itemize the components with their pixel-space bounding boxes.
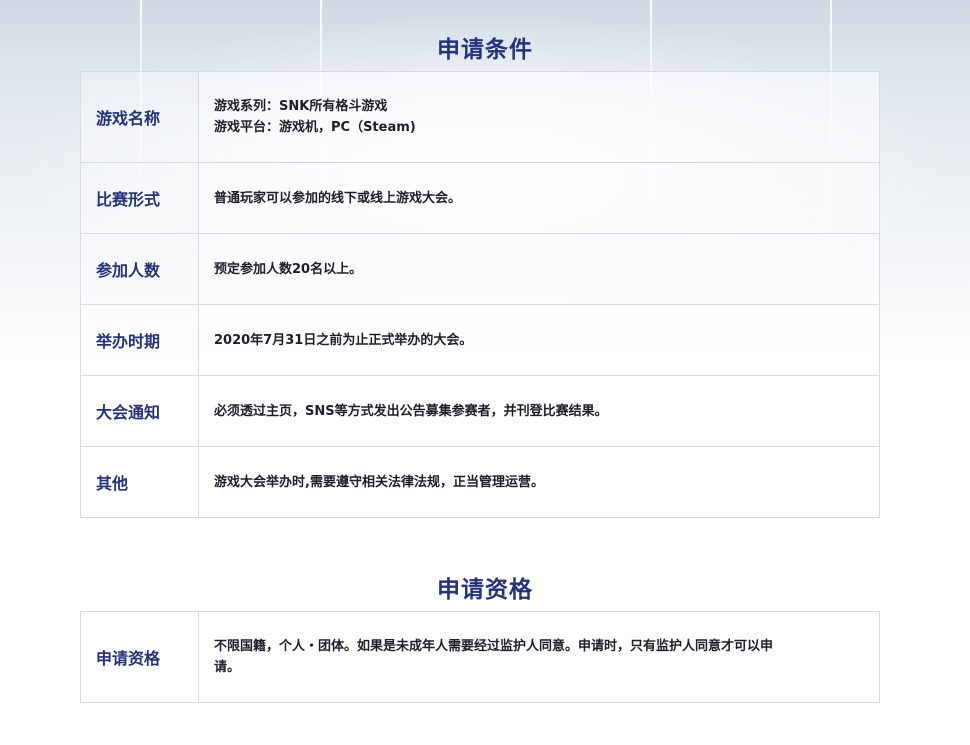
- row-value-period: 2020年7月31日之前为止正式举办的大会。: [199, 305, 879, 375]
- table-row: 游戏名称 游戏系列：SNK所有格斗游戏 游戏平台：游戏机，PC（Steam): [81, 72, 879, 163]
- row-value-line: 2020年7月31日之前为止正式举办的大会。: [214, 332, 473, 348]
- table-row: 其他 游戏大会举办时,需要遵守相关法律法规，正当管理运营。: [81, 447, 879, 518]
- row-value-line: 请。: [214, 660, 241, 675]
- row-value-game-name: 游戏系列：SNK所有格斗游戏 游戏平台：游戏机，PC（Steam): [199, 72, 879, 162]
- row-value-format: 普通玩家可以参加的线下或线上游戏大会。: [199, 163, 879, 233]
- qualification-section-title: 申请资格: [437, 577, 533, 603]
- qualification-table: 申请资格 不限国籍，个人・团体。如果是未成年人需要经过监护人同意。申请时，只有监…: [80, 611, 880, 703]
- row-label-notice: 大会通知: [81, 376, 199, 446]
- row-value-notice: 必须透过主页，SNS等方式发出公告募集参赛者，并刊登比赛结果。: [199, 376, 879, 446]
- row-value-line: 游戏平台：游戏机，PC（Steam): [214, 120, 416, 135]
- row-label-qualification: 申请资格: [81, 612, 199, 702]
- row-label-game-name: 游戏名称: [81, 72, 199, 162]
- row-value-line: 预定参加人数20名以上。: [214, 261, 363, 277]
- row-value-line: 游戏大会举办时,需要遵守相关法律法规，正当管理运营。: [214, 474, 544, 490]
- row-value-line: 游戏系列：SNK所有格斗游戏: [214, 99, 388, 114]
- row-value-participants: 预定参加人数20名以上。: [199, 234, 879, 304]
- row-label-participants: 参加人数: [81, 234, 199, 304]
- conditions-section-title: 申请条件: [437, 37, 533, 63]
- row-label-format: 比赛形式: [81, 163, 199, 233]
- row-label-other: 其他: [81, 447, 199, 517]
- row-value-qualification: 不限国籍，个人・团体。如果是未成年人需要经过监护人同意。申请时，只有监护人同意才…: [199, 612, 879, 702]
- row-label-period: 举办时期: [81, 305, 199, 375]
- table-row: 参加人数 预定参加人数20名以上。: [81, 234, 879, 305]
- table-row: 举办时期 2020年7月31日之前为止正式举办的大会。: [81, 305, 879, 376]
- table-row: 申请资格 不限国籍，个人・团体。如果是未成年人需要经过监护人同意。申请时，只有监…: [81, 612, 879, 703]
- row-value-line: 必须透过主页，SNS等方式发出公告募集参赛者，并刊登比赛结果。: [214, 403, 608, 419]
- row-value-line: 不限国籍，个人・团体。如果是未成年人需要经过监护人同意。申请时，只有监护人同意才…: [214, 639, 774, 654]
- row-value-line: 普通玩家可以参加的线下或线上游戏大会。: [214, 190, 462, 206]
- conditions-table: 游戏名称 游戏系列：SNK所有格斗游戏 游戏平台：游戏机，PC（Steam) 比…: [80, 71, 880, 518]
- table-row: 比赛形式 普通玩家可以参加的线下或线上游戏大会。: [81, 163, 879, 234]
- row-value-other: 游戏大会举办时,需要遵守相关法律法规，正当管理运营。: [199, 447, 879, 517]
- table-row: 大会通知 必须透过主页，SNS等方式发出公告募集参赛者，并刊登比赛结果。: [81, 376, 879, 447]
